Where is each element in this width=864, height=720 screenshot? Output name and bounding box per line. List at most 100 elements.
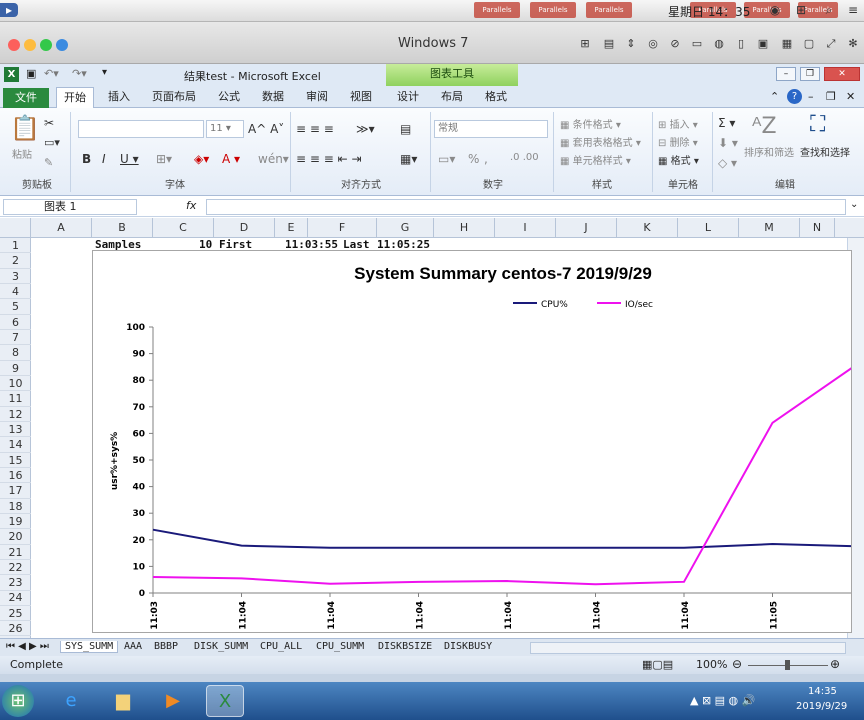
delete-cells-button[interactable]: ⊟ 删除 ▾ xyxy=(658,134,698,149)
sheet-tab-sys-summ[interactable]: SYS_SUMM xyxy=(60,641,119,653)
underline-button[interactable]: U ▾ xyxy=(120,152,139,166)
binoculars-icon[interactable]: ⛶ xyxy=(810,112,825,137)
column-header-a[interactable]: A xyxy=(31,218,92,238)
paste-label[interactable]: 粘贴 xyxy=(12,146,32,161)
printer-icon[interactable]: ▦ xyxy=(780,37,794,51)
tab-page-layout[interactable]: 页面布局 xyxy=(152,89,196,105)
autosum-icon[interactable]: Σ ▾ xyxy=(718,116,735,130)
explorer-icon[interactable]: ▆ xyxy=(104,685,142,717)
media-player-icon[interactable]: ▶ xyxy=(154,685,192,717)
sheet-tab-aaa[interactable]: AAA xyxy=(124,641,142,652)
comma-icon[interactable]: , xyxy=(484,152,488,166)
help-icon[interactable]: ? xyxy=(787,89,802,104)
mic-icon[interactable]: ◍ xyxy=(712,37,726,51)
restore-icon[interactable]: ❐ xyxy=(826,89,836,105)
row-header[interactable]: 2 xyxy=(0,253,31,269)
grid-icon[interactable]: ⊞ xyxy=(578,37,592,51)
row-header[interactable]: 12 xyxy=(0,407,31,422)
zoom-out-icon[interactable]: ⊖ xyxy=(732,657,742,671)
close-button[interactable] xyxy=(8,39,20,51)
align-top-icon[interactable]: ≡ ≡ ≡ xyxy=(296,122,334,136)
quick-access-icon[interactable]: ▾ xyxy=(102,67,107,78)
border-icon[interactable]: ⊞▾ xyxy=(156,152,172,166)
keyboard-icon[interactable]: ▤ xyxy=(602,37,616,51)
excel-taskbar-icon[interactable]: X xyxy=(206,685,244,717)
name-box[interactable]: 图表 1 xyxy=(3,199,137,215)
column-header-l[interactable]: L xyxy=(678,218,739,238)
insert-function-icon[interactable]: fx xyxy=(186,199,196,212)
save-icon[interactable]: ▣ xyxy=(26,67,36,80)
minimize-button[interactable] xyxy=(24,39,36,51)
target-icon[interactable]: ◉ xyxy=(768,3,782,17)
select-all-corner[interactable] xyxy=(0,218,31,238)
redo-icon[interactable]: ↷▾ xyxy=(72,67,87,80)
tab-design[interactable]: 设计 xyxy=(397,89,419,105)
zoom-level[interactable]: 100% xyxy=(696,658,727,671)
resize-icon[interactable]: ⤢ xyxy=(824,37,838,51)
disc-icon[interactable]: ◎ xyxy=(646,37,660,51)
sheet-tab-diskbusy[interactable]: DISKBUSY xyxy=(444,641,492,652)
column-header-k[interactable]: K xyxy=(617,218,678,238)
minimize-button[interactable]: – xyxy=(776,67,796,81)
vm-menu-icon[interactable]: ▸ xyxy=(0,3,18,17)
zoom-slider-thumb[interactable] xyxy=(785,660,790,670)
sheet-nav-icon[interactable]: ⏮ ◀ ▶ ⏭ xyxy=(6,641,49,652)
sheet-tab-disk-summ[interactable]: DISK_SUMM xyxy=(194,641,248,652)
table-format-button[interactable]: ▦ 套用表格格式 ▾ xyxy=(560,134,641,149)
tab-home[interactable]: 开始 xyxy=(56,87,94,109)
view-buttons[interactable]: ▦▢▤ xyxy=(642,658,673,671)
fill-color-icon[interactable]: ◈▾ xyxy=(194,152,209,166)
close-button[interactable]: ✕ xyxy=(824,67,860,81)
find-select-button[interactable]: 查找和选择 xyxy=(800,144,850,159)
folder-icon[interactable]: ▭ xyxy=(690,37,704,51)
clipboard-icon[interactable]: 📋 xyxy=(10,114,40,142)
column-header-g[interactable]: G xyxy=(377,218,434,238)
clear-icon[interactable]: ◇ ▾ xyxy=(718,156,737,170)
align-left-icon[interactable]: ≡ ≡ ≡ ⇤ ⇥ xyxy=(296,152,362,166)
phone-icon[interactable]: ▯ xyxy=(734,37,748,51)
tab-review[interactable]: 审阅 xyxy=(306,89,328,105)
row-header[interactable]: 10 xyxy=(0,376,31,392)
row-header[interactable]: 1 xyxy=(0,238,31,254)
insert-cells-button[interactable]: ⊞ 插入 ▾ xyxy=(658,116,698,131)
tab-view[interactable]: 视图 xyxy=(350,89,372,105)
window-icon[interactable]: ▢ xyxy=(802,37,816,51)
sheet-tab-cpu-summ[interactable]: CPU_SUMM xyxy=(316,641,364,652)
row-header[interactable]: 26 xyxy=(0,621,31,637)
start-button[interactable]: ⊞ xyxy=(2,685,34,717)
font-size-combo[interactable]: 11 ▾ xyxy=(206,120,244,138)
cell-style-button[interactable]: ▦ 单元格样式 ▾ xyxy=(560,152,631,167)
undo-icon[interactable]: ↶▾ xyxy=(44,67,59,80)
settings-icon[interactable]: ✻ xyxy=(846,37,860,51)
column-header-b[interactable]: B xyxy=(92,218,153,238)
row-header[interactable]: 24 xyxy=(0,590,31,606)
italic-button[interactable]: I xyxy=(102,152,106,166)
bold-button[interactable]: B xyxy=(82,152,91,166)
sheet-tab-diskbsize[interactable]: DISKBSIZE xyxy=(378,641,432,652)
tab-layout[interactable]: 布局 xyxy=(441,89,463,105)
column-header-d[interactable]: D xyxy=(214,218,275,238)
row-header[interactable]: 21 xyxy=(0,545,31,560)
zoom-button[interactable] xyxy=(40,39,52,51)
copy-icon[interactable]: ▭▾ xyxy=(44,136,60,149)
minimize-icon[interactable]: – xyxy=(808,89,814,105)
row-header[interactable]: 3 xyxy=(0,269,31,284)
column-header-f[interactable]: F xyxy=(308,218,377,238)
sheet-tab-cpu-all[interactable]: CPU_ALL xyxy=(260,641,302,652)
column-header-h[interactable]: H xyxy=(434,218,495,238)
column-header-c[interactable]: C xyxy=(153,218,214,238)
phonetic-icon[interactable]: wén▾ xyxy=(258,152,289,166)
taskbar-date[interactable]: 2019/9/29 xyxy=(796,701,847,712)
font-color-icon[interactable]: A ▾ xyxy=(222,152,240,166)
grow-font-icon[interactable]: A^ A˅ xyxy=(248,122,284,136)
ie-icon[interactable]: e xyxy=(52,685,90,717)
mac-clock[interactable]: 星期日 14：35 xyxy=(668,3,750,20)
format-painter-icon[interactable]: ✎ xyxy=(44,156,53,169)
column-header-i[interactable]: I xyxy=(495,218,556,238)
tray-icons[interactable]: ▲ ⊠ ▤ ◍ 🔊 xyxy=(690,694,755,707)
expand-formula-icon[interactable]: ⌄ xyxy=(850,199,858,210)
column-header-n[interactable]: N xyxy=(800,218,835,238)
tab-formulas[interactable]: 公式 xyxy=(218,89,240,105)
column-header-j[interactable]: J xyxy=(556,218,617,238)
conditional-format-button[interactable]: ▦ 条件格式 ▾ xyxy=(560,116,621,131)
